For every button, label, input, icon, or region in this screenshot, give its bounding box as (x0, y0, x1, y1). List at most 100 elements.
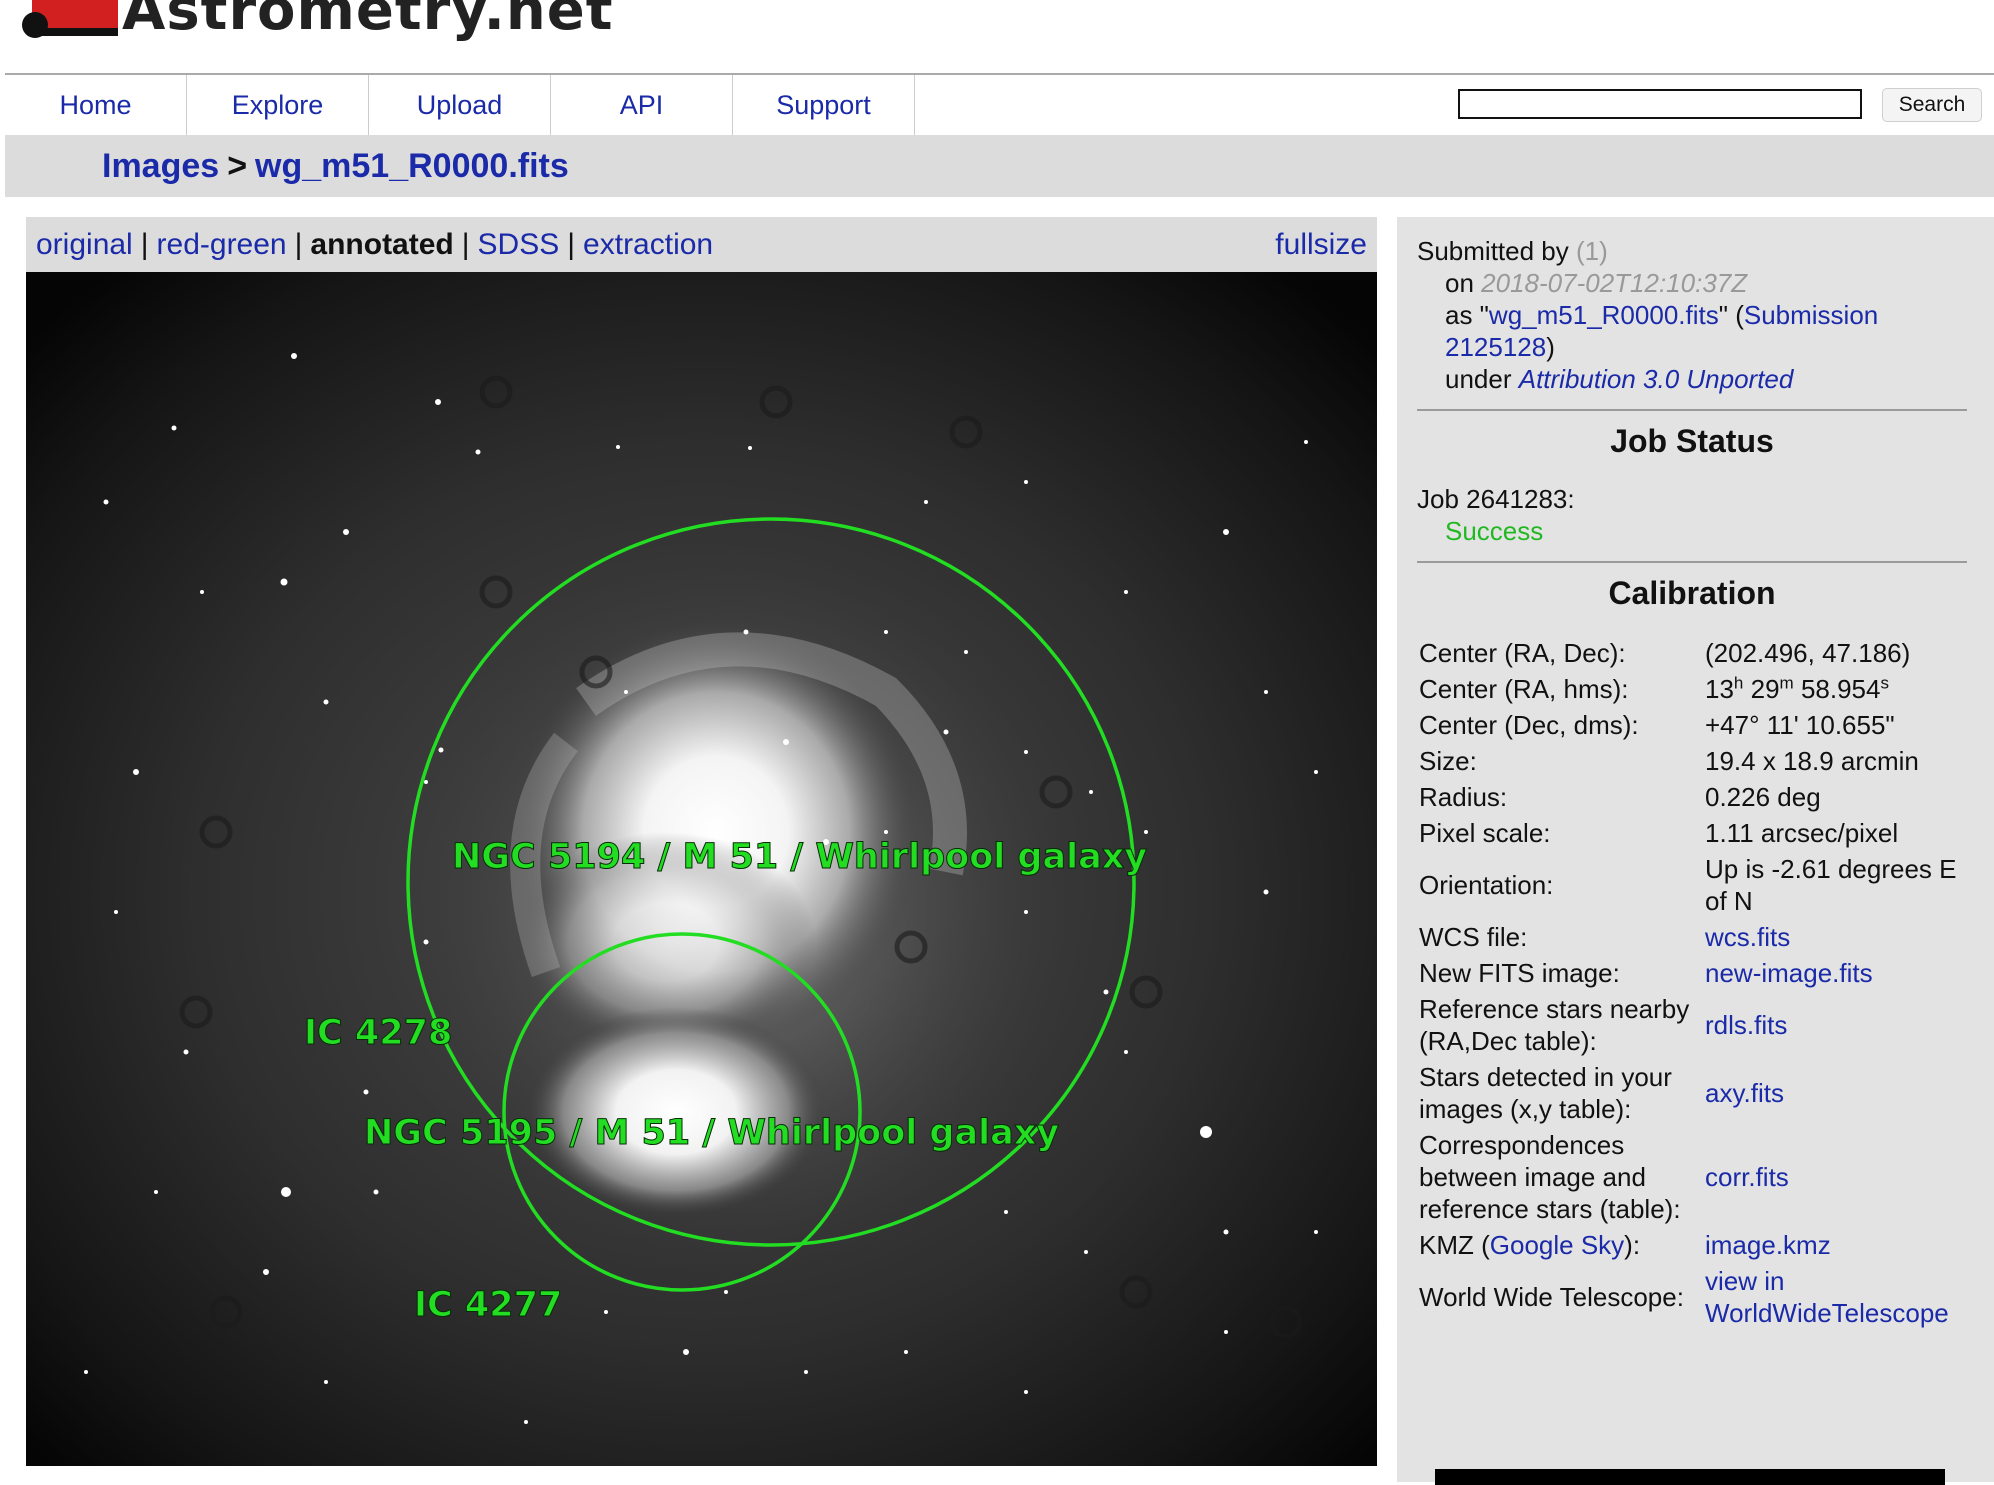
filename-link[interactable]: wg_m51_R0000.fits (1489, 300, 1719, 330)
rdls-file-link[interactable]: rdls.fits (1705, 1010, 1787, 1040)
breadcrumb-images-link[interactable]: Images (102, 147, 219, 185)
table-row: New FITS image: new-image.fits (1417, 955, 1977, 991)
view-original-link[interactable]: original (36, 228, 133, 261)
submitted-as-line: as "wg_m51_R0000.fits" (Submission 21251… (1417, 299, 1967, 363)
table-row: Pixel scale: 1.11 arcsec/pixel (1417, 815, 1977, 851)
table-row: World Wide Telescope: view in WorldWideT… (1417, 1263, 1977, 1331)
search-button[interactable]: Search (1882, 88, 1982, 122)
view-sdss-link[interactable]: SDSS (478, 228, 560, 261)
breadcrumb-bar: Images > wg_m51_R0000.fits (5, 135, 1994, 197)
fullsize-link[interactable]: fullsize (1275, 217, 1367, 272)
star (1024, 480, 1028, 484)
star (1024, 750, 1028, 754)
star (323, 699, 329, 705)
table-row: Radius: 0.226 deg (1417, 779, 1977, 815)
nav-tab-support[interactable]: Support (733, 75, 915, 135)
new-fits-link[interactable]: new-image.fits (1705, 958, 1873, 988)
cal-label: Radius: (1419, 782, 1508, 812)
star (1004, 1210, 1008, 1214)
star (84, 1370, 88, 1374)
star (964, 650, 968, 654)
table-row: Center (RA, Dec): (202.496, 47.186) (1417, 635, 1977, 671)
table-row: Correspondences between image and refere… (1417, 1127, 1977, 1227)
star (724, 1290, 728, 1294)
job-id-label: Job 2641283: (1417, 484, 1575, 514)
cal-label: WCS file: (1419, 922, 1528, 952)
view-links: original | red-green | annotated | SDSS | extrac… (36, 217, 713, 272)
star (1223, 529, 1229, 535)
star (281, 1187, 291, 1197)
ra-seconds-unit: s (1880, 673, 1889, 693)
breadcrumb-current-link[interactable]: wg_m51_R0000.fits (255, 147, 569, 185)
star (804, 1370, 808, 1374)
star (1124, 590, 1128, 594)
job-info-panel: Submitted by (1) on 2018-07-02T12:10:37Z… (1397, 217, 1994, 1485)
star (1144, 830, 1148, 834)
cal-value: 1.11 arcsec/pixel (1705, 818, 1899, 848)
divider (1417, 409, 1967, 411)
cal-value: 0.226 deg (1705, 782, 1821, 812)
ngc5195-label: NGC 5195 / M 51 / Whirlpool galaxy (364, 1113, 1059, 1153)
star (263, 1269, 269, 1275)
search-input[interactable] (1458, 89, 1862, 119)
license-link[interactable]: Attribution 3.0 Unported (1519, 364, 1794, 394)
ra-seconds: 58.954 (1800, 674, 1881, 704)
view-extraction-link[interactable]: extraction (583, 228, 713, 261)
cal-label: Center (Dec, dms): (1419, 710, 1639, 740)
star (1263, 889, 1269, 895)
star (1224, 1330, 1228, 1334)
ra-hours-unit: h (1733, 673, 1744, 693)
star (1024, 910, 1028, 914)
star (1304, 440, 1308, 444)
corr-file-link[interactable]: corr.fits (1705, 1162, 1789, 1192)
wcs-file-link[interactable]: wcs.fits (1705, 922, 1790, 952)
star (200, 590, 204, 594)
star (524, 1420, 528, 1424)
site-header: Astrometry.net (0, 0, 1994, 73)
star (683, 1349, 689, 1355)
star (924, 500, 928, 504)
table-row: Reference stars nearby (RA,Dec table): r… (1417, 991, 1977, 1059)
ra-hours: 13 (1705, 674, 1734, 704)
nav-tab-upload[interactable]: Upload (369, 75, 551, 135)
kmz-file-link[interactable]: image.kmz (1705, 1230, 1831, 1260)
annotated-image[interactable]: NGC 5194 / M 51 / Whirlpool galaxy NGC 5… (26, 272, 1377, 1466)
star (435, 399, 441, 405)
star (1264, 690, 1268, 694)
axy-file-link[interactable]: axy.fits (1705, 1078, 1784, 1108)
telescope-logo-icon (18, 0, 118, 42)
star (438, 747, 444, 753)
google-sky-link[interactable]: Google Sky (1490, 1230, 1624, 1260)
star (133, 769, 139, 775)
star (1200, 1126, 1212, 1138)
as-prefix: as " (1445, 300, 1489, 330)
site-logo[interactable]: Astrometry.net (18, 0, 614, 42)
cal-label: New FITS image: (1419, 958, 1620, 988)
star (604, 1310, 608, 1314)
ic4277-label: IC 4277 (414, 1285, 562, 1325)
table-row: Orientation: Up is -2.61 degrees E of N (1417, 851, 1977, 919)
nav-tab-api[interactable]: API (551, 75, 733, 135)
cal-value: 19.4 x 18.9 arcmin (1705, 746, 1919, 776)
cal-value: Up is -2.61 degrees E of N (1705, 854, 1957, 916)
nav-tab-explore[interactable]: Explore (187, 75, 369, 135)
ngc5194-label: NGC 5194 / M 51 / Whirlpool galaxy (452, 837, 1147, 877)
table-row: Stars detected in your images (x,y table… (1417, 1059, 1977, 1127)
job-status-title: Job Status (1610, 423, 1774, 459)
star (624, 690, 628, 694)
submission-date: 2018-07-02T12:10:37Z (1481, 268, 1748, 298)
cal-label: Center (RA, hms): (1419, 674, 1629, 704)
calibration-title: Calibration (1608, 575, 1776, 611)
main-nav: Home Explore Upload API Support Search (5, 73, 1994, 137)
star (424, 780, 428, 784)
cal-value: (202.496, 47.186) (1705, 638, 1911, 668)
table-row: WCS file: wcs.fits (1417, 919, 1977, 955)
image-view-bar: original | red-green | annotated | SDSS | extrac… (26, 217, 1377, 272)
view-red-green-link[interactable]: red-green (157, 228, 287, 261)
star (743, 629, 749, 635)
star (748, 446, 752, 450)
wwt-link[interactable]: view in WorldWideTelescope (1705, 1266, 1949, 1328)
cal-label: Reference stars nearby (RA,Dec table): (1419, 994, 1690, 1056)
nav-tab-home[interactable]: Home (5, 75, 187, 135)
kmz-label-suffix: ): (1624, 1230, 1641, 1260)
